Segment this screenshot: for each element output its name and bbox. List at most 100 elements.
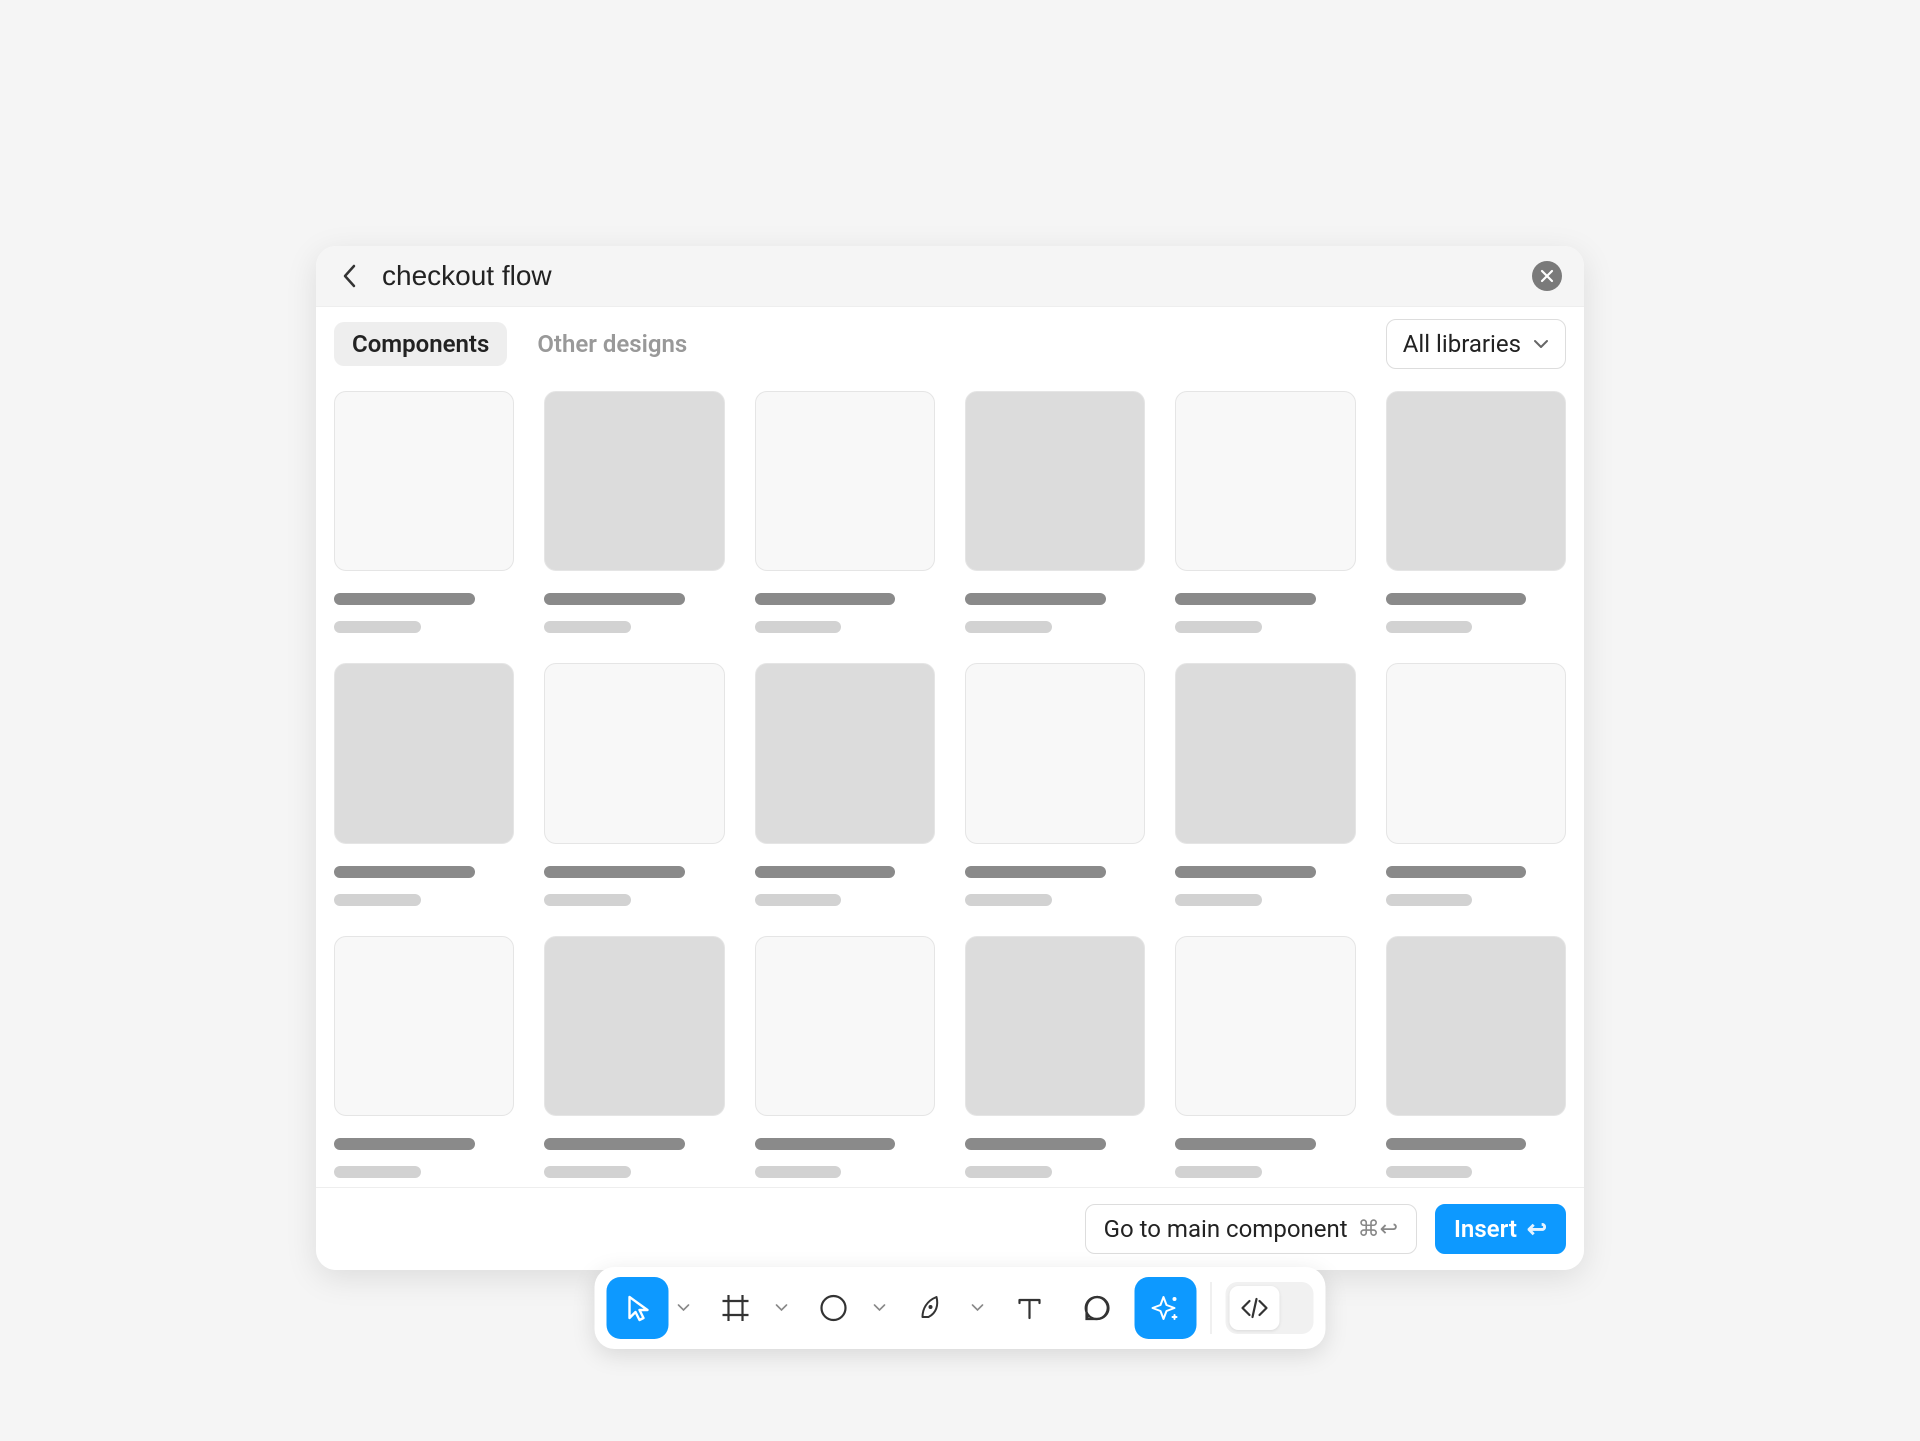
result-title-placeholder [755, 593, 896, 605]
result-card[interactable] [1386, 391, 1566, 633]
text-icon [1013, 1291, 1047, 1325]
result-title-placeholder [334, 593, 475, 605]
dev-mode-toggle[interactable] [1226, 1282, 1314, 1334]
result-subtitle-placeholder [755, 894, 842, 906]
chevron-down-icon [972, 1304, 984, 1312]
result-card[interactable] [1175, 936, 1355, 1178]
result-card[interactable] [544, 391, 724, 633]
pen-tool[interactable] [901, 1277, 963, 1339]
result-card[interactable] [1386, 663, 1566, 905]
result-subtitle-placeholder [1175, 1166, 1262, 1178]
insert-label: Insert [1454, 1215, 1517, 1243]
result-thumbnail [334, 663, 514, 843]
shape-tool[interactable] [803, 1277, 865, 1339]
result-thumbnail [334, 936, 514, 1116]
result-subtitle-placeholder [334, 894, 421, 906]
ellipse-icon [817, 1291, 851, 1325]
result-thumbnail [1175, 936, 1355, 1116]
result-card[interactable] [965, 663, 1145, 905]
clear-search-icon[interactable] [1532, 261, 1562, 291]
result-thumbnail [1386, 936, 1566, 1116]
tab-other-designs[interactable]: Other designs [519, 322, 705, 366]
result-card[interactable] [965, 936, 1145, 1178]
back-icon[interactable] [338, 264, 362, 288]
results-grid [316, 381, 1584, 1187]
result-subtitle-placeholder [965, 1166, 1052, 1178]
result-subtitle-placeholder [1175, 894, 1262, 906]
result-card[interactable] [755, 391, 935, 633]
search-input[interactable] [382, 260, 1512, 292]
result-title-placeholder [965, 1138, 1106, 1150]
frame-tool-caret[interactable] [773, 1304, 791, 1312]
result-card[interactable] [755, 663, 935, 905]
tab-components[interactable]: Components [334, 322, 507, 366]
toolbar-divider [1211, 1282, 1212, 1334]
pen-tool-caret[interactable] [969, 1304, 987, 1312]
frame-icon [719, 1291, 753, 1325]
result-thumbnail [965, 391, 1145, 571]
chevron-down-icon [1533, 339, 1549, 349]
result-title-placeholder [1175, 866, 1316, 878]
libraries-dropdown[interactable]: All libraries [1386, 319, 1566, 369]
result-subtitle-placeholder [1386, 621, 1473, 633]
result-subtitle-placeholder [1386, 1166, 1473, 1178]
result-title-placeholder [334, 866, 475, 878]
move-tool[interactable] [607, 1277, 669, 1339]
result-thumbnail [1175, 663, 1355, 843]
result-subtitle-placeholder [965, 894, 1052, 906]
search-bar [316, 246, 1584, 307]
result-title-placeholder [1386, 1138, 1527, 1150]
result-card[interactable] [1175, 663, 1355, 905]
result-card[interactable] [334, 391, 514, 633]
chevron-down-icon [678, 1304, 690, 1312]
frame-tool[interactable] [705, 1277, 767, 1339]
text-tool[interactable] [999, 1277, 1061, 1339]
chevron-down-icon [776, 1304, 788, 1312]
chevron-down-icon [874, 1304, 886, 1312]
result-thumbnail [544, 663, 724, 843]
move-tool-caret[interactable] [675, 1304, 693, 1312]
comment-tool[interactable] [1067, 1277, 1129, 1339]
result-thumbnail [1386, 663, 1566, 843]
result-card[interactable] [1175, 391, 1355, 633]
result-title-placeholder [965, 593, 1106, 605]
result-thumbnail [965, 663, 1145, 843]
result-subtitle-placeholder [544, 1166, 631, 1178]
result-card[interactable] [544, 663, 724, 905]
result-subtitle-placeholder [544, 621, 631, 633]
result-card[interactable] [1386, 936, 1566, 1178]
result-thumbnail [544, 391, 724, 571]
result-thumbnail [755, 663, 935, 843]
code-icon [1240, 1297, 1270, 1319]
go-to-main-shortcut: ⌘↩ [1358, 1217, 1398, 1242]
result-card[interactable] [755, 936, 935, 1178]
result-thumbnail [334, 391, 514, 571]
cursor-icon [622, 1292, 654, 1324]
result-subtitle-placeholder [1386, 894, 1473, 906]
shape-tool-caret[interactable] [871, 1304, 889, 1312]
result-card[interactable] [334, 663, 514, 905]
result-card[interactable] [544, 936, 724, 1178]
sparkle-icon [1149, 1291, 1183, 1325]
insert-button[interactable]: Insert ↩ [1435, 1204, 1566, 1254]
bottom-toolbar [595, 1267, 1326, 1349]
actions-tool[interactable] [1135, 1277, 1197, 1339]
pen-icon [915, 1291, 949, 1325]
result-card[interactable] [334, 936, 514, 1178]
result-title-placeholder [1175, 593, 1316, 605]
result-title-placeholder [755, 1138, 896, 1150]
go-to-main-component-button[interactable]: Go to main component ⌘↩ [1085, 1204, 1417, 1254]
dev-mode-knob [1230, 1286, 1280, 1330]
libraries-dropdown-label: All libraries [1403, 330, 1521, 358]
result-subtitle-placeholder [755, 1166, 842, 1178]
action-bar: Go to main component ⌘↩ Insert ↩ [316, 1187, 1584, 1270]
result-title-placeholder [544, 866, 685, 878]
go-to-main-label: Go to main component [1104, 1215, 1348, 1243]
filter-bar: Components Other designs All libraries [316, 307, 1584, 381]
result-subtitle-placeholder [334, 1166, 421, 1178]
asset-search-panel: Components Other designs All libraries G… [316, 246, 1584, 1270]
result-subtitle-placeholder [334, 621, 421, 633]
result-card[interactable] [965, 391, 1145, 633]
result-subtitle-placeholder [544, 894, 631, 906]
result-title-placeholder [544, 593, 685, 605]
